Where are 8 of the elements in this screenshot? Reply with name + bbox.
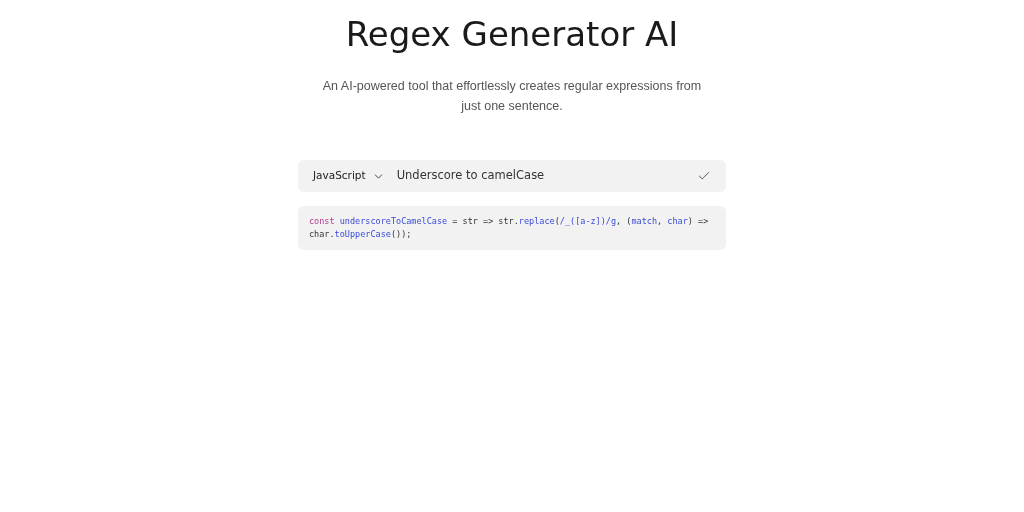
- code-line: const underscoreToCamelCase = str => str.replace(/_([a-z])/g, (match, char) =>: [309, 215, 710, 228]
- page-title: Regex Generator AI: [345, 13, 679, 56]
- prompt-field[interactable]: JavaScript Underscore to camelCase: [298, 160, 726, 192]
- check-icon: [697, 169, 711, 183]
- language-dropdown[interactable]: JavaScript: [313, 168, 385, 184]
- code-line: char.toUpperCase());: [309, 228, 413, 241]
- page-subtitle: An AI-powered tool that effortlessly creates regular expressions from just one sentence.: [322, 78, 702, 115]
- submit-button[interactable]: [697, 169, 711, 183]
